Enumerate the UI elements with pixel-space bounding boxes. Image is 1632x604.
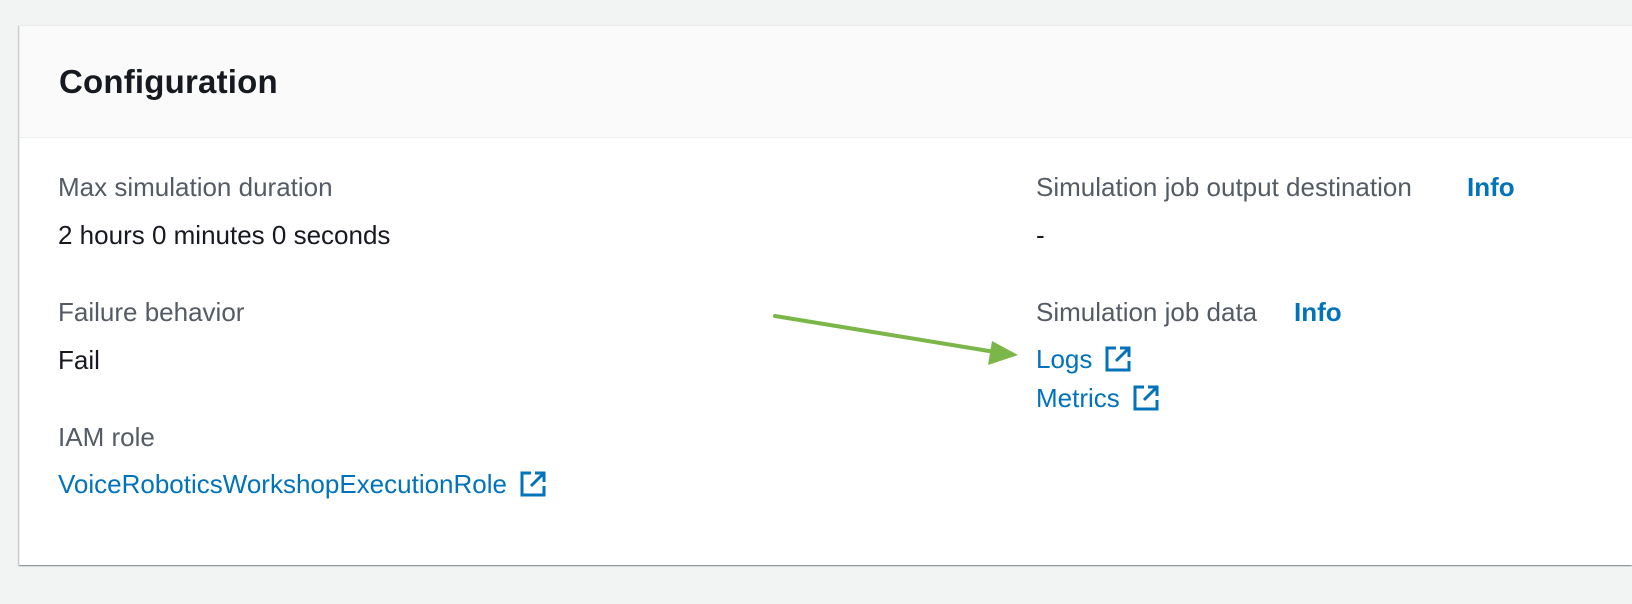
failure-behavior-value: Fail [58,345,100,375]
logs-link-text: Logs [1036,344,1093,374]
job-data-label: Simulation job data [1036,297,1258,327]
metrics-link-text: Metrics [1036,383,1120,413]
panel-title: Configuration [59,62,278,100]
page: Configuration Max simulation duration 2 … [0,0,1632,604]
output-destination-info-link[interactable]: Info [1467,174,1515,200]
max-duration-label: Max simulation duration [58,172,333,202]
iam-role-link-text: VoiceRoboticsWorkshopExecutionRole [58,469,507,499]
external-link-icon [1133,385,1159,411]
job-data-info-link[interactable]: Info [1294,299,1342,325]
output-destination-value: - [1036,220,1045,250]
output-destination-label: Simulation job output destination [1036,172,1412,202]
metrics-link[interactable]: Metrics [1036,384,1160,412]
failure-behavior-label: Failure behavior [58,297,245,327]
max-duration-value: 2 hours 0 minutes 0 seconds [58,220,391,250]
external-link-icon [520,471,546,497]
iam-role-link[interactable]: VoiceRoboticsWorkshopExecutionRole [58,470,547,498]
iam-role-label: IAM role [58,422,155,452]
logs-link[interactable]: Logs [1036,345,1132,373]
external-link-icon [1105,346,1131,372]
panel-header: Configuration [20,26,1632,138]
